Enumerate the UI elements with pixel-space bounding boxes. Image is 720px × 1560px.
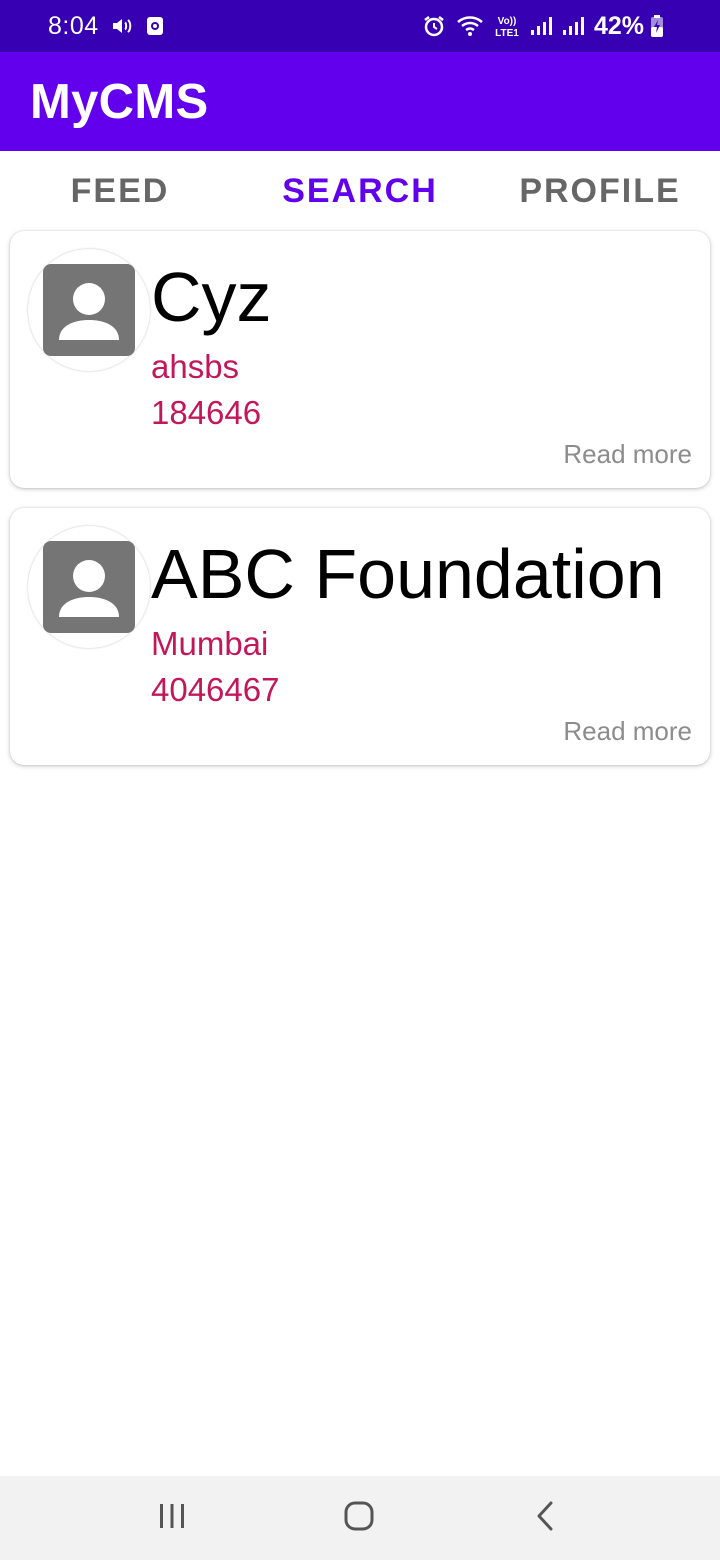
recents-icon (157, 1502, 187, 1535)
result-card[interactable]: ABC Foundation Mumbai 4046467 Read more (10, 508, 710, 765)
back-button[interactable] (500, 1476, 590, 1560)
status-time: 8:04 (48, 11, 99, 40)
signal-icon (562, 15, 584, 37)
system-nav-bar (0, 1476, 720, 1560)
home-icon (343, 1500, 375, 1537)
person-placeholder-icon (43, 264, 135, 356)
volte-label: Vo)) (498, 16, 517, 27)
wifi-icon (456, 15, 484, 37)
battery-charging-icon (650, 14, 664, 38)
read-more-link[interactable]: Read more (563, 713, 692, 749)
lte-label: LTE1 (495, 28, 519, 39)
app-title: MyCMS (30, 74, 209, 129)
battery-percent: 42% (593, 11, 644, 40)
status-right: Vo)) LTE1 42% (422, 12, 674, 41)
result-name: Cyz (151, 258, 272, 336)
recents-button[interactable] (127, 1476, 217, 1560)
result-location: Mumbai (151, 625, 269, 662)
result-location: ahsbs (151, 348, 240, 385)
result-name: ABC Foundation (151, 535, 665, 613)
screen-record-icon (145, 15, 165, 37)
tab-profile[interactable]: PROFILE (480, 151, 720, 231)
volume-icon (111, 16, 133, 36)
result-card[interactable]: Cyz ahsbs 184646 Read more (10, 231, 710, 488)
status-bar: 8:04 Vo)) LTE1 42% (0, 0, 720, 52)
volte-lte-icon: Vo)) LTE1 (494, 13, 520, 39)
signal-icon (530, 15, 552, 37)
result-number: 4046467 (151, 671, 280, 708)
read-more-link[interactable]: Read more (563, 436, 692, 472)
result-number: 184646 (151, 394, 262, 431)
avatar (28, 526, 150, 648)
tab-feed[interactable]: FEED (0, 151, 240, 231)
status-left: 8:04 (48, 12, 165, 41)
tab-search[interactable]: SEARCH (240, 151, 480, 231)
person-placeholder-icon (43, 541, 135, 633)
app-bar: MyCMS (0, 52, 720, 151)
back-icon (534, 1500, 556, 1537)
avatar (28, 249, 150, 371)
alarm-icon (422, 14, 446, 38)
tab-bar: FEED SEARCH PROFILE (0, 151, 720, 231)
home-button[interactable] (314, 1476, 404, 1560)
